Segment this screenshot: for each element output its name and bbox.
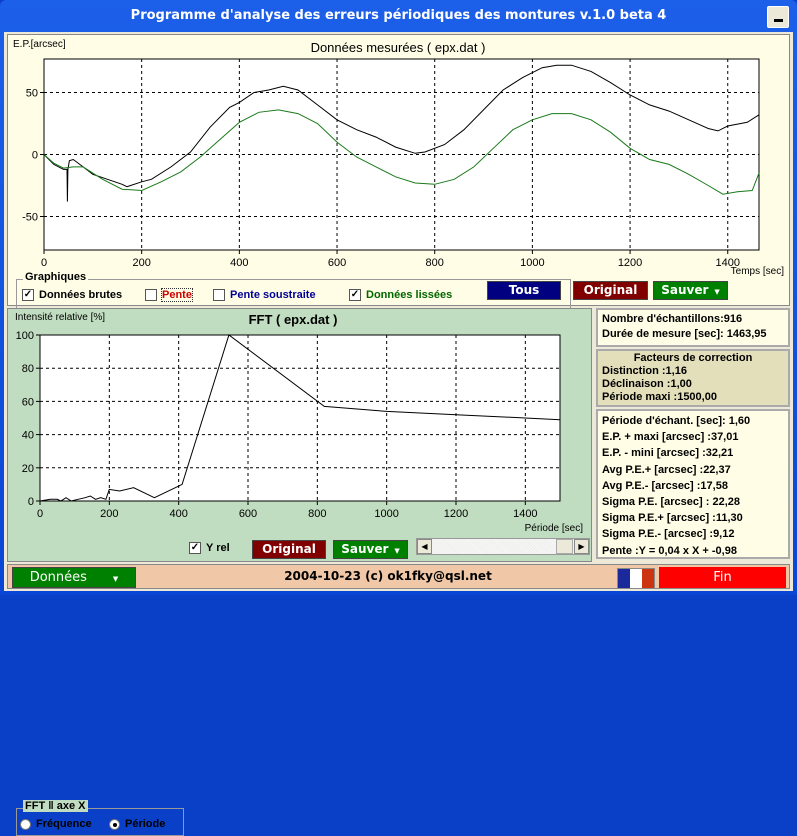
radio-periode[interactable]: Période <box>109 818 165 830</box>
y-tick-label: 60 <box>22 396 34 408</box>
checkbox-label: Données brutes <box>39 289 123 301</box>
stat-line: E.P. - mini [arcsec] :32,21 <box>602 447 734 460</box>
fft-sauver-button[interactable]: Sauver ▼ <box>333 540 408 559</box>
radio-label: Période <box>125 818 166 830</box>
y-tick-label: 0 <box>28 496 34 508</box>
minimize-icon <box>774 19 783 22</box>
checkbox-box[interactable]: ✓ <box>22 289 34 301</box>
scroll-left-arrow-icon[interactable]: ◀ <box>417 539 432 554</box>
y-tick-label: 80 <box>22 363 34 375</box>
stat-line: Avg P.E.- [arcsec] :17,58 <box>602 479 728 492</box>
y-tick-label: 0 <box>32 150 38 162</box>
plot-area <box>40 335 560 501</box>
checkbox-label: Données lissées <box>366 289 453 301</box>
x-tick-label: 200 <box>132 257 150 269</box>
main-x-axis-title: Temps [sec] <box>730 266 784 277</box>
stat-line: Sigma P.E.- [arcsec] :9,12 <box>602 528 735 541</box>
radio-button[interactable] <box>109 818 120 830</box>
radio-button[interactable] <box>20 818 31 830</box>
correction-header: Facteurs de correction <box>633 352 753 364</box>
sample-count: Nombre d'échantillons:916 <box>602 313 743 325</box>
sauver-label: Sauver <box>341 542 389 556</box>
radio-label: Fréquence <box>36 818 92 830</box>
fft-chart: 0 200 400 600 800 1000 1200 1400 0 20 40 60 80 100 <box>16 330 561 520</box>
distinction-value: Distinction :1,16 <box>602 365 687 377</box>
checkbox-donnees-lissees[interactable]: ✓ Données lissées <box>349 289 452 301</box>
stat-line: Sigma P.E. [arcsec] : 22,28 <box>602 496 740 509</box>
x-tick-label: 400 <box>230 257 248 269</box>
y-tick-label: 100 <box>16 330 34 342</box>
fft-original-button[interactable]: Original <box>252 540 326 559</box>
checkbox-box[interactable] <box>145 289 157 301</box>
x-tick-label: 400 <box>169 508 187 520</box>
title-bar: Programme d'analyse des erreurs périodiq… <box>0 0 797 32</box>
fft-x-axis-title: Période [sec] <box>524 523 583 534</box>
checkbox-label: Pente soustraite <box>230 289 316 301</box>
sauver-label: Sauver <box>661 283 709 297</box>
periode-maxi-value: Période maxi :1500,00 <box>602 391 717 403</box>
checkbox-y-rel[interactable]: ✓ Y rel <box>189 542 230 554</box>
fft-axis-group: FFT ‖ axe X Fréquence Période <box>16 800 184 836</box>
original-button[interactable]: Original <box>573 281 648 300</box>
measure-duration: Durée de mesure [sec]: 1463,95 <box>602 328 767 340</box>
tous-button[interactable]: Tous <box>487 281 561 300</box>
x-tick-label: 1000 <box>374 508 398 520</box>
checkbox-pente-soustraite[interactable]: Pente soustraite <box>213 289 316 301</box>
checkbox-box[interactable]: ✓ <box>189 542 201 554</box>
y-tick-label: 20 <box>22 463 34 475</box>
stat-line: Période d'échant. [sec]: 1,60 <box>602 415 751 427</box>
checkbox-label: Y rel <box>206 542 230 554</box>
checkbox-box[interactable]: ✓ <box>349 289 361 301</box>
x-tick-label: 1000 <box>520 257 544 269</box>
checkbox-box[interactable] <box>213 289 225 301</box>
checkbox-donnees-brutes[interactable]: ✓ Données brutes <box>22 289 122 301</box>
y-tick-label: -50 <box>22 212 38 224</box>
y-tick-label: 40 <box>22 430 34 442</box>
fft-axis-group-label: FFT ‖ axe X <box>23 800 88 812</box>
checkbox-label: Pente <box>161 288 193 302</box>
x-tick-label: 200 <box>100 508 118 520</box>
fin-button[interactable]: Fin <box>659 567 786 588</box>
status-bar: Données ▼ 2004-10-23 (c) ok1fky@qsl.net F… <box>7 564 790 589</box>
donnees-label: Données <box>29 570 87 585</box>
x-tick-label: 800 <box>426 257 444 269</box>
dropdown-arrow-icon: ▼ <box>714 288 720 296</box>
scrollbar-thumb[interactable] <box>556 539 573 554</box>
x-tick-label: 0 <box>37 508 43 520</box>
app-window: Programme d'analyse des erreurs périodiq… <box>0 0 797 836</box>
dropdown-arrow-icon: ▼ <box>112 575 119 583</box>
dropdown-arrow-icon: ▼ <box>394 547 400 555</box>
y-tick-label: 50 <box>26 87 38 99</box>
sample-info-box: Nombre d'échantillons:916 Durée de mesur… <box>596 308 790 347</box>
stat-line: Sigma P.E.+ [arcsec] :11,30 <box>602 512 743 525</box>
minimize-button[interactable] <box>767 6 789 28</box>
copyright-text: 2004-10-23 (c) ok1fky@qsl.net <box>284 569 492 583</box>
declinaison-value: Déclinaison :1,00 <box>602 378 692 390</box>
donnees-menu-button[interactable]: Données ▼ <box>12 567 136 588</box>
stat-line: E.P. + maxi [arcsec] :37,01 <box>602 431 739 444</box>
statistics-box: Période d'échant. [sec]: 1,60 E.P. + max… <box>596 409 790 559</box>
stat-line: Avg P.E.+ [arcsec] :22,37 <box>602 463 731 476</box>
x-tick-label: 600 <box>328 257 346 269</box>
x-tick-label: 1200 <box>618 257 642 269</box>
correction-factors-box: Facteurs de correction Distinction :1,16… <box>596 349 790 407</box>
main-chart: 0 200 400 600 800 1000 1200 1400-50050 <box>22 58 760 269</box>
checkbox-pente[interactable]: Pente <box>145 288 193 302</box>
french-flag-icon[interactable] <box>617 568 655 589</box>
fft-panel: Intensité relative [%] FFT ( epx.dat ) 0… <box>7 308 592 836</box>
stat-line: Pente :Y = 0,04 x X + -0,98 <box>602 544 737 557</box>
measured-data-panel: E.P.[arcsec] Données mesurées ( epx.dat … <box>7 34 790 310</box>
graphiques-group-label: Graphiques <box>23 271 89 283</box>
x-tick-label: 800 <box>308 508 326 520</box>
window-title: Programme d'analyse des erreurs périodiq… <box>130 8 667 23</box>
radio-frequence[interactable]: Fréquence <box>20 818 92 830</box>
x-tick-label: 1400 <box>513 508 537 520</box>
sauver-button[interactable]: Sauver ▼ <box>653 281 728 300</box>
fft-horizontal-scrollbar[interactable]: ◀ ▶ <box>416 538 590 555</box>
x-tick-label: 600 <box>239 508 257 520</box>
x-tick-label: 1200 <box>444 508 468 520</box>
scroll-right-arrow-icon[interactable]: ▶ <box>574 539 589 554</box>
client-area: E.P.[arcsec] Données mesurées ( epx.dat … <box>4 32 793 836</box>
x-tick-label: 0 <box>41 257 47 269</box>
